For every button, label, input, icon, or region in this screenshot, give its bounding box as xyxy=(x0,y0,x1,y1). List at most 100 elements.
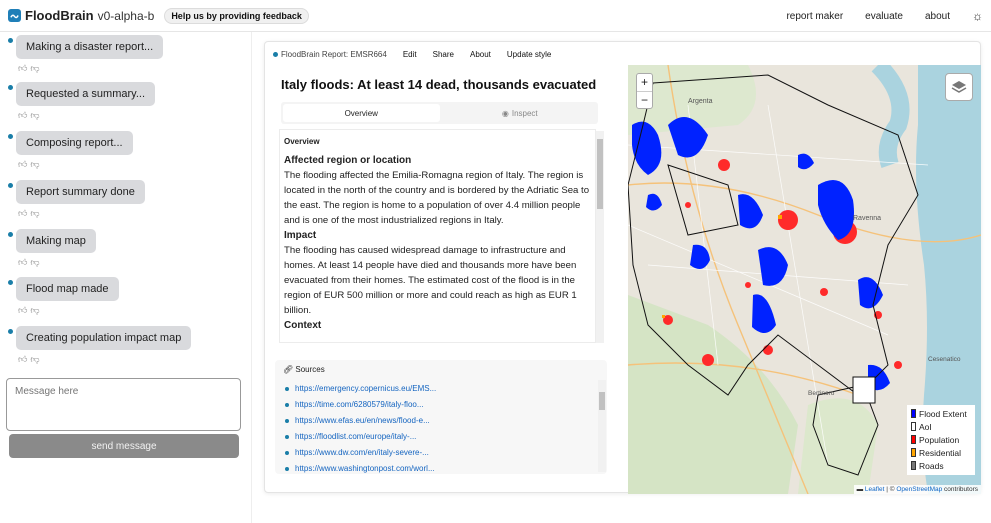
map-place-label: Argenta xyxy=(688,98,713,105)
thumbs-down-icon[interactable]: 👎︎ xyxy=(30,63,39,74)
status-dot-icon xyxy=(8,329,13,334)
theme-toggle-sun-icon[interactable]: ☼ xyxy=(972,9,983,23)
zoom-out-button[interactable]: − xyxy=(637,92,652,109)
bullet-icon xyxy=(285,403,289,407)
chat-bubble: Making a disaster report... xyxy=(16,35,164,59)
leaflet-link[interactable]: Leaflet xyxy=(865,486,885,493)
feedback-buttons: 👍︎ 👎︎ xyxy=(18,159,40,170)
thumbs-up-icon[interactable]: 👍︎ xyxy=(18,110,27,121)
thumbs-up-icon[interactable]: 👍︎ xyxy=(18,63,27,74)
chat-bubble: Making map xyxy=(16,229,96,253)
menu-update-style[interactable]: Update style xyxy=(507,50,551,59)
overview-label: Overview xyxy=(284,137,320,146)
panel-menu-bar: FloodBrain Report: EMSR664 Edit Share Ab… xyxy=(265,42,980,66)
section-heading: Context xyxy=(284,320,322,331)
legend-item: Residential xyxy=(911,446,971,459)
legend-item: Population xyxy=(911,433,971,446)
status-dot-icon xyxy=(8,183,13,188)
scroll-thumb[interactable] xyxy=(599,392,605,410)
thumbs-up-icon[interactable]: 👍︎ xyxy=(18,305,27,316)
feedback-badge[interactable]: Help us by providing feedback xyxy=(164,7,309,24)
bullet-icon xyxy=(285,467,289,471)
legend-item: Flood Extent xyxy=(911,407,971,420)
app-version: v0-alpha-b xyxy=(97,8,155,23)
thumbs-down-icon[interactable]: 👎︎ xyxy=(30,159,39,170)
tab-inspect[interactable]: ◉ Inspect xyxy=(442,102,599,124)
feedback-buttons: 👍︎ 👎︎ xyxy=(18,354,40,365)
scroll-thumb[interactable] xyxy=(597,139,603,209)
menu-about[interactable]: About xyxy=(470,50,491,59)
thumbs-down-icon[interactable]: 👎︎ xyxy=(30,354,39,365)
status-dot-icon xyxy=(8,134,13,139)
main-nav: report maker evaluate about ☼ xyxy=(786,0,983,32)
nav-report-maker[interactable]: report maker xyxy=(786,11,843,22)
bullet-icon xyxy=(285,387,289,391)
report-headline: Italy floods: At least 14 dead, thousand… xyxy=(281,77,597,92)
menu-edit[interactable]: Edit xyxy=(403,50,417,59)
thumbs-down-icon[interactable]: 👎︎ xyxy=(30,208,39,219)
zoom-control: + − xyxy=(636,73,653,109)
thumbs-up-icon[interactable]: 👍︎ xyxy=(18,159,27,170)
legend-swatch xyxy=(911,435,916,444)
brand[interactable]: FloodBrain v0-alpha-b Help us by providi… xyxy=(8,7,309,24)
osm-link[interactable]: OpenStreetMap xyxy=(896,486,942,493)
sources-scrollbar[interactable] xyxy=(598,380,606,472)
feedback-buttons: 👍︎ 👎︎ xyxy=(18,257,40,268)
report-panel: FloodBrain Report: EMSR664 Edit Share Ab… xyxy=(264,41,981,494)
nav-about[interactable]: about xyxy=(925,11,950,22)
chat-bubble: Flood map made xyxy=(16,277,119,301)
feedback-buttons: 👍︎ 👎︎ xyxy=(18,305,40,316)
eye-icon: ◉ xyxy=(501,108,509,118)
status-dot-icon xyxy=(8,85,13,90)
report-tabs: Overview ◉ Inspect xyxy=(281,102,598,124)
chat-bubble: Creating population impact map xyxy=(16,326,192,350)
thumbs-down-icon[interactable]: 👎︎ xyxy=(30,110,39,121)
nav-evaluate[interactable]: evaluate xyxy=(865,11,903,22)
feedback-buttons: 👍︎ 👎︎ xyxy=(18,208,40,219)
map-place-label: Bertinoro xyxy=(808,390,835,397)
app-name: FloodBrain xyxy=(25,8,94,23)
report-scrollbar[interactable] xyxy=(596,131,604,343)
layers-icon[interactable] xyxy=(945,73,973,101)
send-message-button[interactable]: send message xyxy=(9,434,239,458)
zoom-in-button[interactable]: + xyxy=(637,74,652,92)
message-input[interactable] xyxy=(6,378,241,431)
thumbs-up-icon[interactable]: 👍︎ xyxy=(18,208,27,219)
feedback-buttons: 👍︎ 👎︎ xyxy=(18,63,40,74)
legend-swatch xyxy=(911,409,916,418)
feedback-buttons: 👍︎ 👎︎ xyxy=(18,110,40,121)
legend-item: Roads xyxy=(911,459,971,472)
map-place-label: Ravenna xyxy=(853,215,881,222)
section-heading: Impact xyxy=(284,230,317,241)
flood-map[interactable]: Argenta Ravenna Bertinoro Cesenatico + −… xyxy=(628,65,981,494)
report-body: Overview Affected region or location The… xyxy=(279,129,596,343)
thumbs-down-icon[interactable]: 👎︎ xyxy=(30,305,39,316)
tab-overview[interactable]: Overview xyxy=(283,104,440,122)
report-pane: Italy floods: At least 14 dead, thousand… xyxy=(275,68,608,493)
status-dot-icon xyxy=(273,51,278,57)
legend-swatch xyxy=(911,422,916,431)
bullet-icon xyxy=(285,451,289,455)
bullet-icon xyxy=(285,419,289,423)
wave-logo-icon xyxy=(8,9,21,22)
thumbs-up-icon[interactable]: 👍︎ xyxy=(18,257,27,268)
status-dot-icon xyxy=(8,232,13,237)
map-attribution: ▬ Leaflet | © OpenStreetMap contributors xyxy=(853,485,981,494)
link-icon: 🔗︎ xyxy=(283,365,294,374)
status-dot-icon xyxy=(8,38,13,43)
section-text: The flooding has caused widespread damag… xyxy=(284,245,577,316)
section-heading: Affected region or location xyxy=(284,155,412,166)
section-text: The flooding affected the Emilia-Romagna… xyxy=(284,170,590,226)
thumbs-down-icon[interactable]: 👎︎ xyxy=(30,257,39,268)
menu-share[interactable]: Share xyxy=(433,50,454,59)
legend-swatch xyxy=(911,448,916,457)
chat-bubble: Report summary done xyxy=(16,180,145,204)
sources-box: 🔗︎ Sources https://emergency.copernicus.… xyxy=(275,360,607,474)
bullet-icon xyxy=(285,435,289,439)
report-title-tab[interactable]: FloodBrain Report: EMSR664 xyxy=(273,50,387,59)
sources-title: 🔗︎ Sources xyxy=(283,365,325,374)
thumbs-up-icon[interactable]: 👍︎ xyxy=(18,354,27,365)
chat-bubble: Requested a summary... xyxy=(16,82,156,106)
legend-item: AoI xyxy=(911,420,971,433)
status-dot-icon xyxy=(8,280,13,285)
